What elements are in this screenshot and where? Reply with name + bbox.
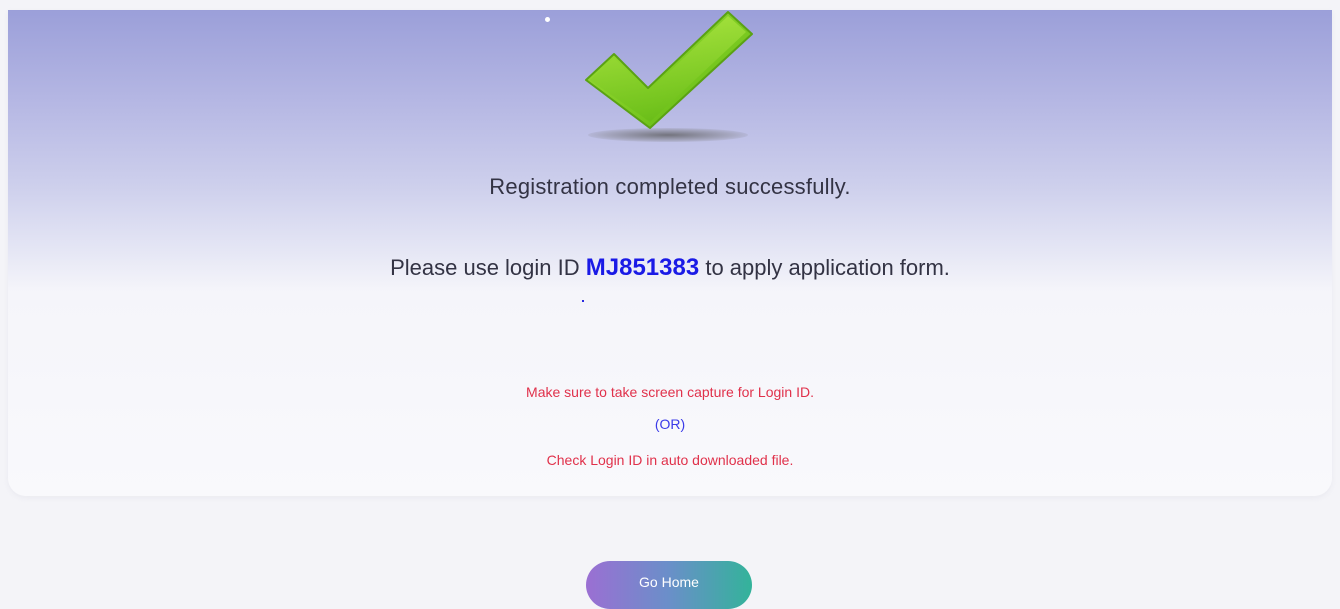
login-id-message: Please use login ID MJ851383 to apply ap… — [8, 254, 1332, 282]
page: Registration completed successfully. Ple… — [0, 0, 1340, 609]
notice-screen-capture: Make sure to take screen capture for Log… — [526, 384, 814, 400]
success-message: Registration completed successfully. — [489, 174, 851, 199]
login-id-value: MJ851383 — [585, 254, 700, 281]
notice-or: (OR) — [654, 416, 686, 432]
go-home-button[interactable]: Go Home — [586, 561, 752, 609]
success-checkmark — [576, 10, 756, 150]
checkmark-icon — [585, 11, 753, 129]
notice-download: Check Login ID in auto downloaded file. — [546, 452, 794, 468]
login-prefix: Please use login ID — [390, 255, 580, 280]
decorative-dot — [545, 17, 550, 22]
login-suffix: to apply application form. — [705, 255, 950, 280]
registration-success-card: Registration completed successfully. Ple… — [8, 10, 1332, 496]
decorative-blue-dot — [582, 300, 584, 302]
